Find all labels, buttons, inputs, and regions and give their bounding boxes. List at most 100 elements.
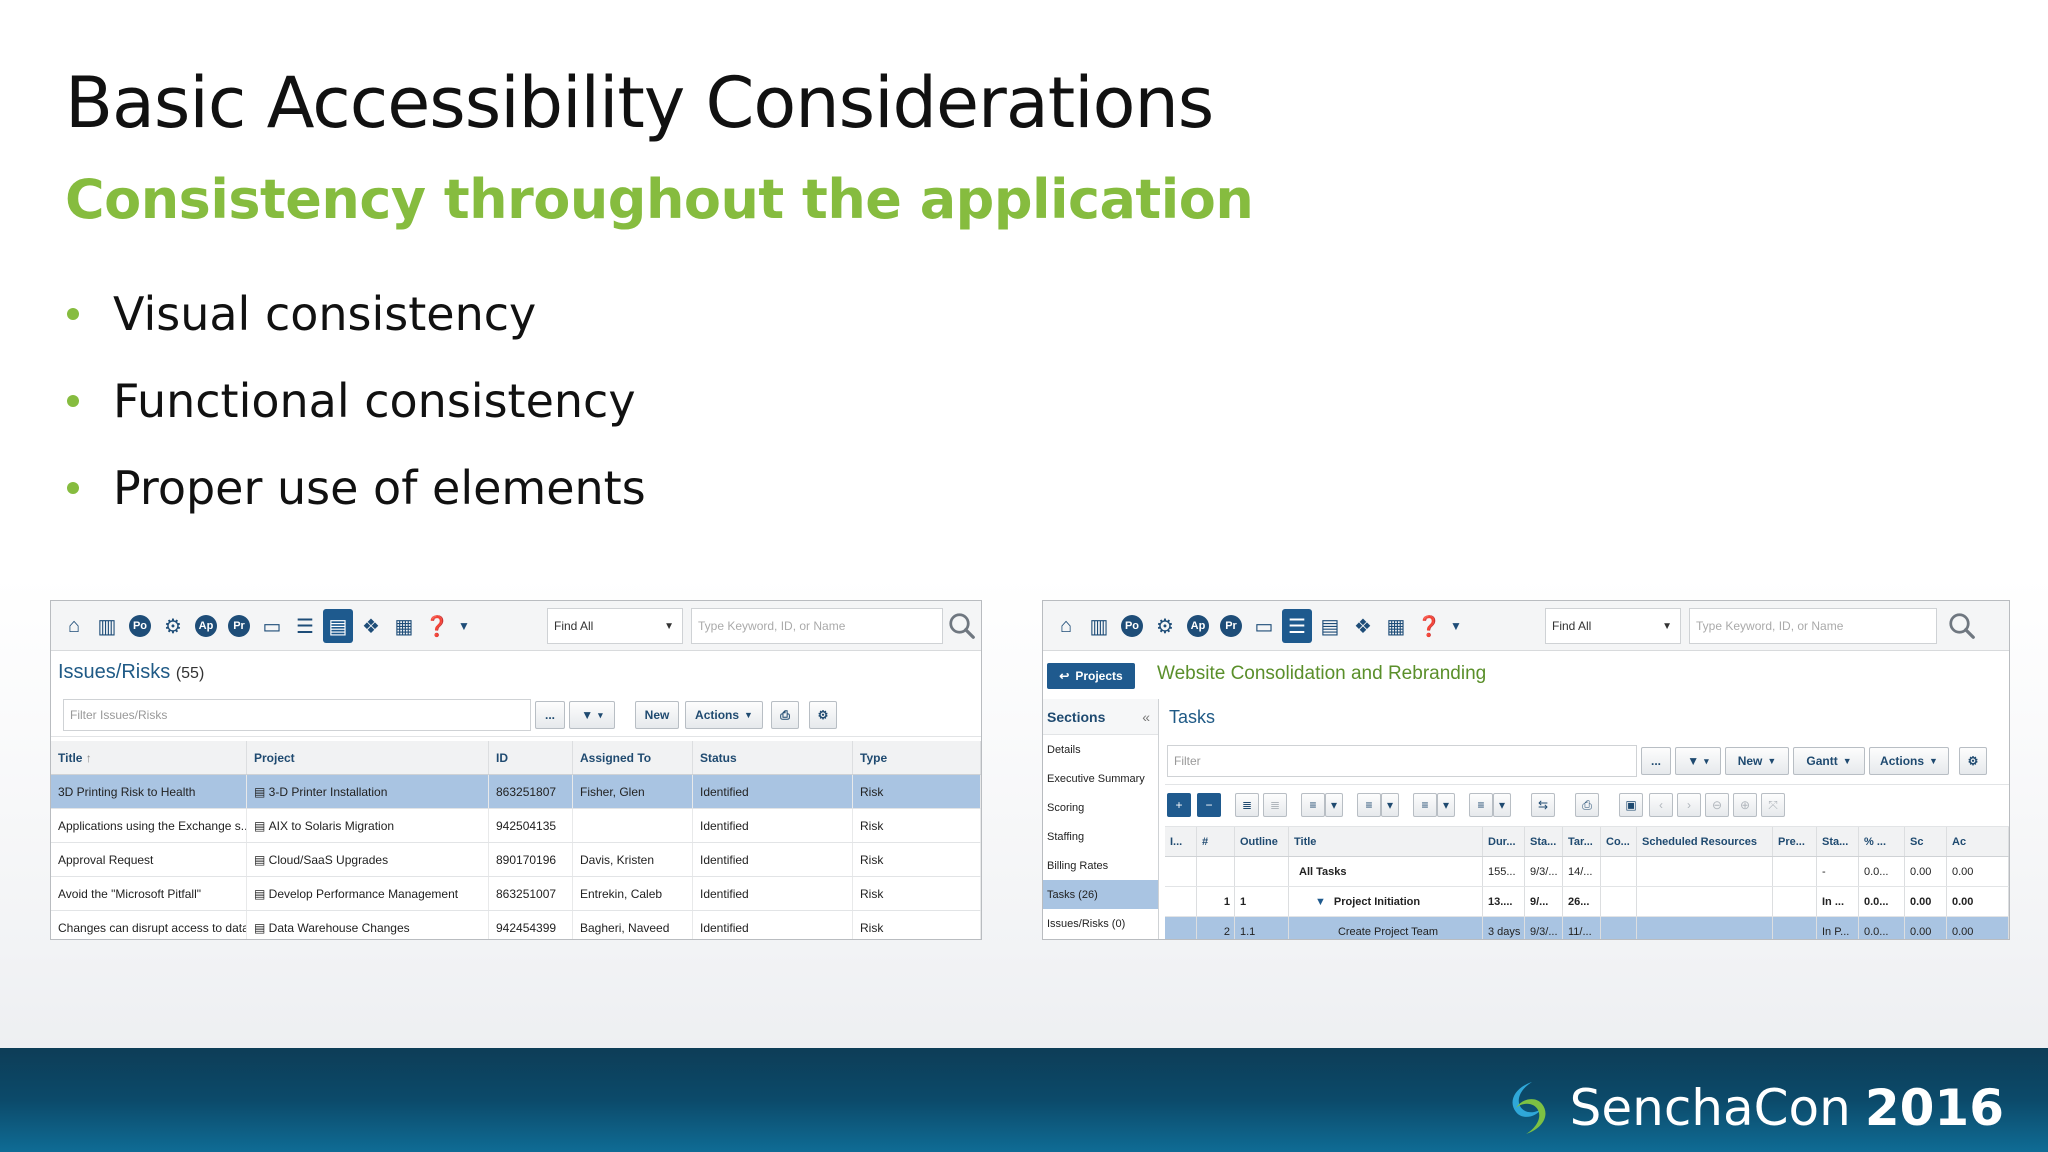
sidebar-item-scoring[interactable]: Scoring	[1043, 793, 1158, 822]
new-button[interactable]: New ▼	[1725, 747, 1789, 775]
filter-issues-input[interactable]: Filter Issues/Risks	[63, 699, 531, 731]
sidebar-item-staffing[interactable]: Staffing	[1043, 822, 1158, 851]
column-header-ac[interactable]: Ac	[1947, 827, 2009, 856]
sidebar-item-details[interactable]: Details	[1043, 735, 1158, 764]
keyword-search-input[interactable]: Type Keyword, ID, or Name	[691, 608, 943, 644]
list-icon[interactable]: ☰	[290, 609, 320, 643]
map-icon[interactable]: ▦	[1381, 609, 1411, 643]
column-header-outline[interactable]: Outline	[1235, 827, 1289, 856]
search-icon[interactable]	[1947, 611, 1977, 641]
new-button[interactable]: New	[635, 701, 679, 729]
align-left-icon[interactable]: ≡	[1301, 793, 1325, 817]
home-icon[interactable]: ⌂	[1051, 609, 1081, 643]
notes-icon[interactable]: ▤	[323, 609, 353, 643]
column-header-status[interactable]: Sta...	[1817, 827, 1859, 856]
justify-icon[interactable]: ≡	[1469, 793, 1493, 817]
zoom-fit-icon[interactable]: ⤧	[1761, 793, 1785, 817]
pr-icon[interactable]: Pr	[1216, 609, 1246, 643]
column-header-title[interactable]: Title	[1289, 827, 1483, 856]
column-header-type[interactable]: Type	[853, 741, 981, 774]
column-header-predecessors[interactable]: Pre...	[1773, 827, 1817, 856]
table-row[interactable]: Approval Request ▤ Cloud/SaaS Upgrades 8…	[51, 843, 981, 877]
actions-button[interactable]: Actions ▼	[685, 701, 763, 729]
column-header-project[interactable]: Project	[247, 741, 489, 774]
building-icon[interactable]: ▥	[1084, 609, 1114, 643]
expand-toggle-icon[interactable]: ▼	[1315, 896, 1326, 908]
zoom-in-icon[interactable]: ⊕	[1733, 793, 1757, 817]
table-row[interactable]: 1 1 ▼ Project Initiation 13.... 9/... 26.…	[1165, 887, 2009, 917]
help-icon[interactable]: ❓	[422, 609, 452, 643]
ellipsis-button[interactable]: ...	[1641, 747, 1671, 775]
find-all-select[interactable]: Find All ▼	[547, 608, 683, 644]
table-row[interactable]: Applications using the Exchange s... ▤ A…	[51, 809, 981, 843]
chevron-down-icon[interactable]: ▾	[1381, 793, 1399, 817]
link-tasks-icon[interactable]: ⇆	[1531, 793, 1555, 817]
align-right-icon[interactable]: ≡	[1413, 793, 1437, 817]
chevron-down-icon[interactable]: ▾	[1493, 793, 1511, 817]
table-row[interactable]: Avoid the "Microsoft Pitfall" ▤ Develop …	[51, 877, 981, 911]
ellipsis-button[interactable]: ...	[535, 701, 565, 729]
pr-icon[interactable]: Pr	[224, 609, 254, 643]
column-header-percent[interactable]: % ...	[1859, 827, 1905, 856]
ap-icon[interactable]: Ap	[191, 609, 221, 643]
table-row[interactable]: 2 1.1 Create Project Team 3 days 9/3/...…	[1165, 917, 2009, 939]
column-header-assigned[interactable]: Assigned To	[573, 741, 693, 774]
caret-down-icon[interactable]: ▼	[455, 609, 473, 643]
cubes-icon[interactable]: ❖	[1348, 609, 1378, 643]
settings-button[interactable]: ⚙	[1959, 747, 1987, 775]
filter-menu-button[interactable]: ▼ ▾	[569, 701, 615, 729]
indent-icon[interactable]: ≣	[1235, 793, 1259, 817]
gears-icon[interactable]: ⚙	[158, 609, 188, 643]
print-icon[interactable]: ⎙	[1575, 793, 1599, 817]
caret-down-icon[interactable]: ▼	[1447, 609, 1465, 643]
actions-button[interactable]: Actions ▼	[1869, 747, 1949, 775]
next-icon[interactable]: ›	[1677, 793, 1701, 817]
cubes-icon[interactable]: ❖	[356, 609, 386, 643]
inbox-icon[interactable]: ▭	[1249, 609, 1279, 643]
filter-tasks-input[interactable]: Filter	[1167, 745, 1637, 777]
keyword-search-input[interactable]: Type Keyword, ID, or Name	[1689, 608, 1937, 644]
sidebar-item-billing-rates[interactable]: Billing Rates	[1043, 851, 1158, 880]
column-header-start[interactable]: Sta...	[1525, 827, 1563, 856]
align-center-icon[interactable]: ≡	[1357, 793, 1381, 817]
export-icon[interactable]: ▣	[1619, 793, 1643, 817]
inbox-icon[interactable]: ▭	[257, 609, 287, 643]
building-icon[interactable]: ▥	[92, 609, 122, 643]
table-row[interactable]: 3D Printing Risk to Health ▤ 3-D Printer…	[51, 775, 981, 809]
expand-all-icon[interactable]: +	[1167, 793, 1191, 817]
filter-menu-button[interactable]: ▼ ▾	[1675, 747, 1721, 775]
sidebar-item-issues-risks[interactable]: Issues/Risks (0)	[1043, 909, 1158, 938]
notes-icon[interactable]: ▤	[1315, 609, 1345, 643]
collapse-all-icon[interactable]: −	[1197, 793, 1221, 817]
column-header-title[interactable]: Title ↑	[51, 741, 247, 774]
gears-icon[interactable]: ⚙	[1150, 609, 1180, 643]
ap-icon[interactable]: Ap	[1183, 609, 1213, 643]
prev-icon[interactable]: ‹	[1649, 793, 1673, 817]
column-header-number[interactable]: #	[1197, 827, 1235, 856]
sidebar-item-tasks[interactable]: Tasks (26)	[1043, 880, 1158, 909]
settings-button[interactable]: ⚙	[809, 701, 837, 729]
po-icon[interactable]: Po	[1117, 609, 1147, 643]
sidebar-item-executive-summary[interactable]: Executive Summary	[1043, 764, 1158, 793]
search-icon[interactable]	[947, 611, 977, 641]
chevron-down-icon[interactable]: ▾	[1437, 793, 1455, 817]
collapse-icon[interactable]: «	[1142, 709, 1150, 725]
zoom-out-icon[interactable]: ⊖	[1705, 793, 1729, 817]
column-header-scheduled-resources[interactable]: Scheduled Resources	[1637, 827, 1773, 856]
column-header-target[interactable]: Tar...	[1563, 827, 1601, 856]
po-icon[interactable]: Po	[125, 609, 155, 643]
table-row[interactable]: Changes can disrupt access to data ▤ Dat…	[51, 911, 981, 939]
outdent-icon[interactable]: ≣	[1263, 793, 1287, 817]
home-icon[interactable]: ⌂	[59, 609, 89, 643]
help-icon[interactable]: ❓	[1414, 609, 1444, 643]
column-header-duration[interactable]: Dur...	[1483, 827, 1525, 856]
print-button[interactable]: ⎙	[771, 701, 799, 729]
column-header-i[interactable]: I...	[1165, 827, 1197, 856]
map-icon[interactable]: ▦	[389, 609, 419, 643]
column-header-sc[interactable]: Sc	[1905, 827, 1947, 856]
table-row[interactable]: All Tasks 155... 9/3/... 14/... - 0.0...…	[1165, 857, 2009, 887]
gantt-button[interactable]: Gantt ▼	[1793, 747, 1865, 775]
column-header-id[interactable]: ID	[489, 741, 573, 774]
column-header-status[interactable]: Status	[693, 741, 853, 774]
list-icon[interactable]: ☰	[1282, 609, 1312, 643]
